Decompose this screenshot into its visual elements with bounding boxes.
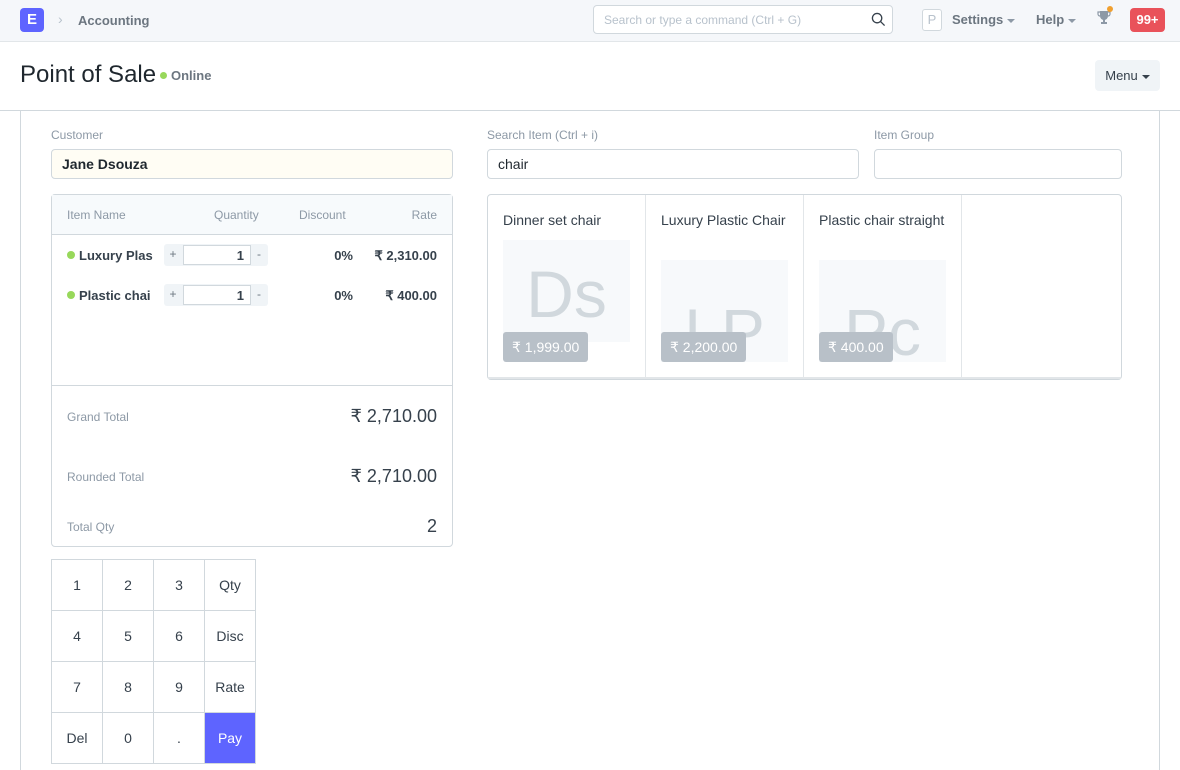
numpad-key-7[interactable]: 7 <box>52 662 103 713</box>
app-logo[interactable]: E <box>20 8 44 32</box>
numpad-key-2[interactable]: 2 <box>103 560 154 611</box>
navbar: E › Accounting P Settings Help 99+ <box>0 0 1180 42</box>
total-qty-label: Total Qty <box>67 520 115 534</box>
item-group-input[interactable] <box>875 150 1121 178</box>
status-text: Online <box>171 68 212 83</box>
search-item-input[interactable] <box>488 150 858 178</box>
breadcrumb-accounting[interactable]: Accounting <box>78 13 150 28</box>
item-title: Plastic chair straight <box>819 212 945 228</box>
numpad-key-4[interactable]: 4 <box>52 611 103 662</box>
items-grid: Dinner set chair Ds ₹ 1,999.00 Luxury Pl… <box>487 194 1122 380</box>
pay-button[interactable]: Pay <box>205 713 256 764</box>
help-label: Help <box>1036 12 1065 27</box>
col-rate: Rate <box>411 208 437 222</box>
caret-down-icon <box>1141 74 1150 79</box>
item-rate: ₹ 400.00 <box>385 288 437 303</box>
item-price: ₹ 400.00 <box>819 332 893 362</box>
page-head: Point of Sale Online Menu <box>0 42 1180 111</box>
item-card[interactable]: Luxury Plastic Chair LP ₹ 2,200.00 <box>646 195 804 379</box>
item-title: Luxury Plastic Chair <box>661 212 786 228</box>
search-icon <box>871 12 886 27</box>
frame-border-left <box>20 111 21 770</box>
quantity-input[interactable] <box>183 245 251 265</box>
col-quantity: Quantity <box>214 208 259 222</box>
grand-total-label: Grand Total <box>67 410 129 424</box>
rounded-total-label: Rounded Total <box>67 470 145 484</box>
increment-button[interactable]: + <box>164 287 182 301</box>
increment-button[interactable]: + <box>164 247 182 261</box>
grand-total-value: ₹ 2,710.00 <box>350 406 437 426</box>
menu-button[interactable]: Menu <box>1095 60 1160 91</box>
col-discount: Discount <box>299 208 346 222</box>
item-image-placeholder: Ds <box>503 240 630 342</box>
quantity-stepper: + - <box>164 284 268 306</box>
item-rate: ₹ 2,310.00 <box>374 248 438 263</box>
numpad-key-dot[interactable]: . <box>154 713 205 764</box>
numpad-key-3[interactable]: 3 <box>154 560 205 611</box>
caret-down-icon <box>1007 18 1016 23</box>
item-discount: 0% <box>334 288 353 303</box>
in-stock-indicator-icon <box>67 291 75 299</box>
chevron-right-icon: › <box>58 11 63 27</box>
notification-dot <box>1107 6 1113 12</box>
total-qty-value: 2 <box>426 516 437 536</box>
decrement-button[interactable]: - <box>250 247 268 261</box>
numpad: 1 2 3 Qty 4 5 6 Disc 7 8 9 Rate Del 0 . … <box>51 559 256 764</box>
col-item-name: Item Name <box>67 208 126 222</box>
frame-border-right <box>1159 111 1160 770</box>
search-item-field <box>487 149 859 179</box>
divider <box>488 377 1121 379</box>
numpad-rate-button[interactable]: Rate <box>205 662 256 713</box>
decrement-button[interactable]: - <box>250 287 268 301</box>
rounded-total-value: ₹ 2,710.00 <box>350 466 437 486</box>
trophy-icon[interactable] <box>1097 10 1111 26</box>
item-group-label: Item Group <box>874 128 935 142</box>
cart-header: Item Name Quantity Discount Rate <box>52 195 452 235</box>
user-avatar[interactable]: P <box>922 9 942 31</box>
cart: Item Name Quantity Discount Rate Luxury … <box>51 194 453 547</box>
search-input[interactable] <box>594 6 854 33</box>
divider <box>52 385 452 386</box>
item-name: Luxury Plas <box>79 248 153 263</box>
customer-label: Customer <box>51 128 104 142</box>
item-card[interactable]: Dinner set chair Ds ₹ 1,999.00 <box>488 195 646 379</box>
cart-row[interactable]: Luxury Plas + - 0% ₹ 2,310.00 <box>52 236 452 276</box>
item-name: Plastic chai <box>79 288 151 303</box>
help-dropdown[interactable]: Help <box>1036 12 1077 27</box>
cart-row[interactable]: Plastic chai + - 0% ₹ 400.00 <box>52 276 452 316</box>
caret-down-icon <box>1068 18 1077 23</box>
numpad-key-6[interactable]: 6 <box>154 611 205 662</box>
in-stock-indicator-icon <box>67 251 75 259</box>
item-price: ₹ 2,200.00 <box>661 332 747 362</box>
numpad-key-0[interactable]: 0 <box>103 713 154 764</box>
settings-label: Settings <box>952 12 1004 27</box>
item-discount: 0% <box>334 248 353 263</box>
notifications-badge[interactable]: 99+ <box>1130 8 1165 32</box>
settings-dropdown[interactable]: Settings <box>952 12 1016 27</box>
quantity-input[interactable] <box>183 285 251 305</box>
numpad-qty-button[interactable]: Qty <box>205 560 256 611</box>
numpad-key-1[interactable]: 1 <box>52 560 103 611</box>
customer-input[interactable] <box>52 150 452 178</box>
menu-label: Menu <box>1105 68 1138 83</box>
quantity-stepper: + - <box>164 244 268 266</box>
numpad-key-5[interactable]: 5 <box>103 611 154 662</box>
item-group-field <box>874 149 1122 179</box>
awesomebar <box>593 5 893 34</box>
numpad-disc-button[interactable]: Disc <box>205 611 256 662</box>
customer-field <box>51 149 453 179</box>
numpad-key-9[interactable]: 9 <box>154 662 205 713</box>
page-title: Point of Sale <box>20 61 157 88</box>
online-indicator-icon <box>160 72 167 79</box>
item-title: Dinner set chair <box>503 212 602 228</box>
numpad-del-button[interactable]: Del <box>52 713 103 764</box>
item-price: ₹ 1,999.00 <box>503 332 589 362</box>
search-item-label: Search Item (Ctrl + i) <box>487 128 599 142</box>
numpad-key-8[interactable]: 8 <box>103 662 154 713</box>
item-card[interactable]: Plastic chair straight Pc ₹ 400.00 <box>804 195 962 379</box>
item-initials: Ds <box>526 257 607 331</box>
